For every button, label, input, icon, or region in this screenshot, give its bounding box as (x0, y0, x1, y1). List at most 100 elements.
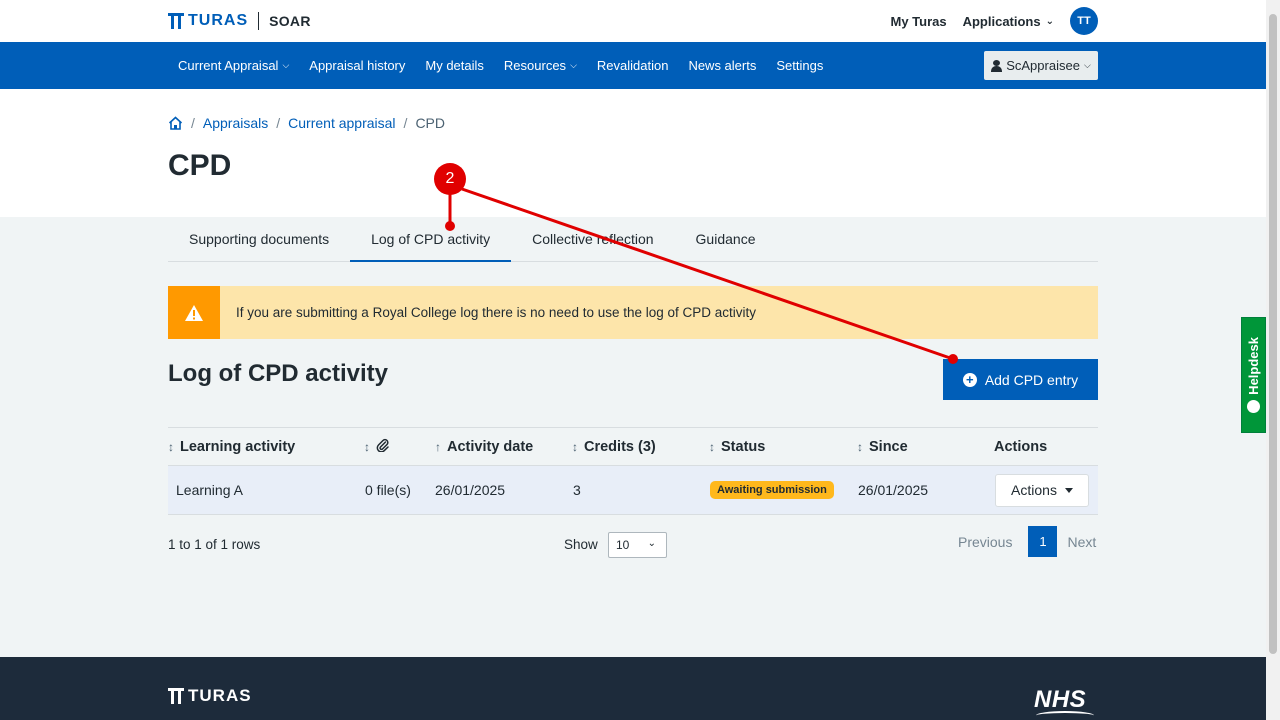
sort-icon: ↕ (857, 440, 863, 454)
col-actions: Actions (994, 428, 1047, 466)
nav-item-settings[interactable]: Settings (776, 58, 823, 73)
column-label: Since (869, 439, 908, 455)
warning-text: If you are submitting a Royal College lo… (236, 305, 757, 320)
warning-banner: If you are submitting a Royal College lo… (168, 286, 1098, 339)
row-actions-button[interactable]: Actions (995, 473, 1089, 507)
nav-item-current-appraisal[interactable]: Current Appraisal ⌵ (178, 58, 289, 73)
turas-logo[interactable]: TURAS SOAR (168, 12, 311, 30)
step-marker: 2 (434, 163, 466, 195)
sort-icon: ↕ (572, 440, 578, 454)
nav-item-resources[interactable]: Resources ⌵ (504, 58, 577, 73)
cell-credits: 3 (573, 482, 581, 498)
table-row: Learning A 0 file(s) 26/01/2025 3 Awaiti… (168, 466, 1098, 515)
rows-info: 1 to 1 of 1 rows (168, 537, 261, 552)
section-title: Log of CPD activity (168, 360, 389, 387)
sort-icon: ↕ (168, 440, 174, 454)
my-turas-link[interactable]: My Turas (890, 14, 946, 29)
chevron-down-icon: ⌵ (1083, 60, 1091, 70)
user-name: ScAppraisee (1006, 58, 1080, 73)
cell-date: 26/01/2025 (435, 482, 506, 498)
sort-up-icon: ↑ (435, 440, 441, 454)
scrollbar-thumb[interactable] (1269, 14, 1277, 654)
sort-icon: ↕ (709, 440, 715, 454)
column-label: Actions (994, 439, 1048, 455)
warning-icon (168, 286, 220, 339)
home-icon[interactable] (168, 116, 183, 130)
user-menu-button[interactable]: ScAppraisee ⌵ (984, 51, 1098, 80)
user-icon (991, 59, 1003, 72)
caret-down-icon (1064, 487, 1073, 493)
app-name: SOAR (269, 13, 311, 29)
tab-guidance[interactable]: Guidance (675, 217, 777, 261)
nav-item-my-details[interactable]: My details (425, 58, 484, 73)
col-attachments[interactable]: ↕ (364, 428, 389, 466)
cpd-table: ↕ Learning activity ↕ ↑ Activity date ↕ … (168, 427, 1098, 515)
col-status[interactable]: ↕ Status (709, 428, 765, 466)
help-icon (1247, 400, 1260, 414)
nav-item-label: Current Appraisal (178, 58, 279, 73)
chevron-down-icon: ⌄ (647, 538, 656, 549)
tab-bar: Supporting documents Log of CPD activity… (168, 217, 1098, 262)
page-title: CPD (168, 149, 232, 182)
footer: TURAS NHS (0, 657, 1266, 720)
applications-menu[interactable]: Applications ⌄ (963, 14, 1054, 29)
column-label: Status (721, 439, 766, 455)
tab-collective-reflection[interactable]: Collective reflection (511, 217, 674, 261)
page-1-button[interactable]: 1 (1028, 526, 1058, 557)
table-header: ↕ Learning activity ↕ ↑ Activity date ↕ … (168, 427, 1098, 466)
chevron-down-icon: ⌄ (1045, 15, 1054, 27)
col-since[interactable]: ↕ Since (857, 428, 908, 466)
col-credits[interactable]: ↕ Credits (3) (572, 428, 656, 466)
breadcrumb-current: CPD (415, 115, 445, 131)
col-learning-activity[interactable]: ↕ Learning activity (168, 428, 295, 466)
previous-page-button[interactable]: Previous (950, 534, 1020, 550)
nhs-logo: NHS (1034, 686, 1087, 713)
sort-icon: ↕ (364, 440, 370, 454)
pagination: Previous 1 Next (950, 526, 1106, 557)
nav-item-appraisal-history[interactable]: Appraisal history (309, 58, 405, 73)
chevron-down-icon: ⌵ (570, 60, 577, 70)
page-size-select[interactable]: 10 ⌄ (608, 532, 667, 558)
turas-brand: TURAS (188, 12, 249, 29)
footer-turas-logo[interactable]: TURAS (168, 686, 252, 706)
cell-actions: Actions (995, 466, 1089, 514)
actions-label: Actions (1011, 482, 1057, 498)
paperclip-icon (376, 438, 389, 456)
status-badge: Awaiting submission (710, 481, 834, 499)
tab-supporting-documents[interactable]: Supporting documents (168, 217, 350, 261)
applications-label: Applications (962, 13, 1041, 29)
logo-divider (258, 12, 260, 30)
nhs-logo-wave-icon (1036, 711, 1094, 720)
next-page-button[interactable]: Next (1057, 534, 1106, 550)
footer-brand: TURAS (188, 686, 252, 705)
column-label: Learning activity (180, 439, 296, 455)
tab-log-of-cpd-activity[interactable]: Log of CPD activity (350, 217, 512, 262)
show-label: Show (564, 537, 598, 552)
nav-item-revalidation[interactable]: Revalidation (597, 58, 669, 73)
turas-logo-icon (168, 688, 184, 704)
breadcrumb-current-appraisal[interactable]: Current appraisal (288, 115, 395, 131)
breadcrumb-appraisals[interactable]: Appraisals (203, 115, 268, 131)
vertical-scrollbar[interactable] (1266, 0, 1280, 720)
helpdesk-label: Helpdesk (1246, 336, 1261, 395)
cell-files: 0 file(s) (365, 482, 411, 498)
cell-activity: Learning A (176, 482, 243, 498)
col-activity-date[interactable]: ↑ Activity date (435, 428, 533, 466)
breadcrumb-separator: / (276, 115, 281, 131)
breadcrumb: / Appraisals / Current appraisal / CPD (168, 115, 445, 131)
helpdesk-tab[interactable]: Helpdesk (1241, 317, 1266, 433)
cell-since: 26/01/2025 (858, 482, 929, 498)
breadcrumb-separator: / (403, 115, 408, 131)
cell-status: Awaiting submission (710, 466, 834, 514)
avatar[interactable]: TT (1070, 7, 1098, 35)
column-label: Activity date (447, 439, 534, 455)
column-label: Credits (3) (584, 439, 656, 455)
nav-item-label: Resources (503, 58, 567, 73)
chevron-down-icon: ⌵ (282, 60, 290, 70)
nav-item-news-alerts[interactable]: News alerts (688, 58, 756, 73)
page-size-value: 10 (616, 538, 630, 552)
top-header: TURAS SOAR My Turas Applications ⌄ TT (0, 0, 1266, 42)
breadcrumb-separator: / (191, 115, 195, 131)
add-cpd-entry-button[interactable]: + Add CPD entry (943, 359, 1098, 400)
add-cpd-entry-label: Add CPD entry (984, 371, 1079, 388)
